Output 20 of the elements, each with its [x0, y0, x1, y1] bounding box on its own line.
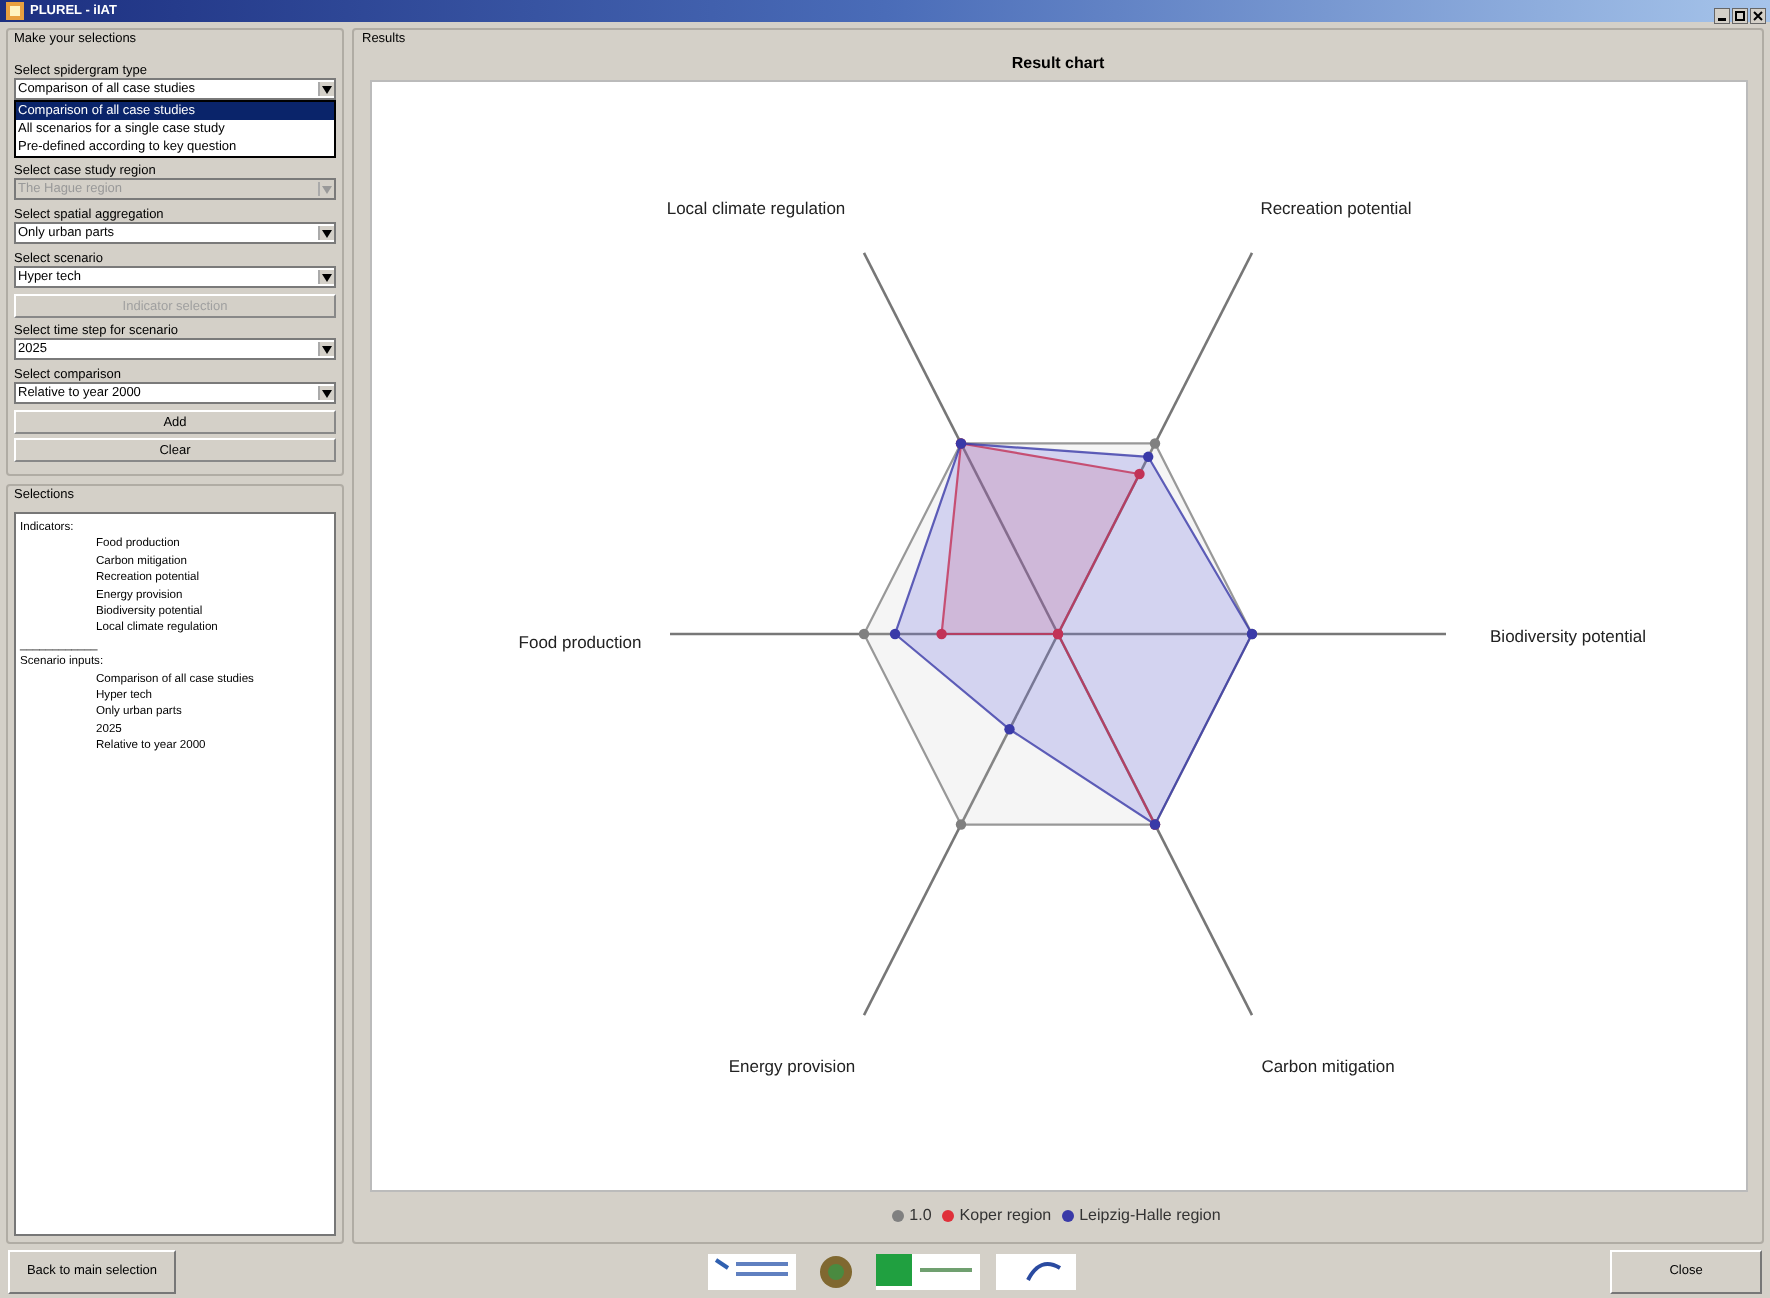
dropdown-arrow-icon [322, 229, 332, 237]
close-icon[interactable] [1750, 8, 1766, 24]
dropdown-arrow-icon [322, 85, 332, 93]
legend-label: 1.0 [909, 1206, 932, 1224]
dropdown-arrow-icon [322, 185, 332, 193]
app-icon [6, 2, 24, 20]
axis-label: Food production [517, 632, 641, 652]
axis-label: Recreation potential [1259, 198, 1411, 218]
axis-label: Energy provision [727, 1056, 855, 1076]
dropdown-arrow-icon [322, 389, 332, 397]
axis-label: Carbon mitigation [1260, 1056, 1394, 1076]
chart-title: Result chart [1011, 54, 1105, 72]
legend-label: Leipzig-Halle region [1079, 1206, 1221, 1224]
restore-icon[interactable] [1732, 8, 1748, 24]
dropdown-arrow-icon [322, 345, 332, 353]
minimize-icon[interactable] [1714, 8, 1730, 24]
axis-label: Biodiversity potential [1489, 626, 1645, 646]
dropdown-arrow-icon [322, 273, 332, 281]
legend-label: Koper region [959, 1206, 1052, 1224]
axis-label: Local climate regulation [665, 198, 845, 218]
